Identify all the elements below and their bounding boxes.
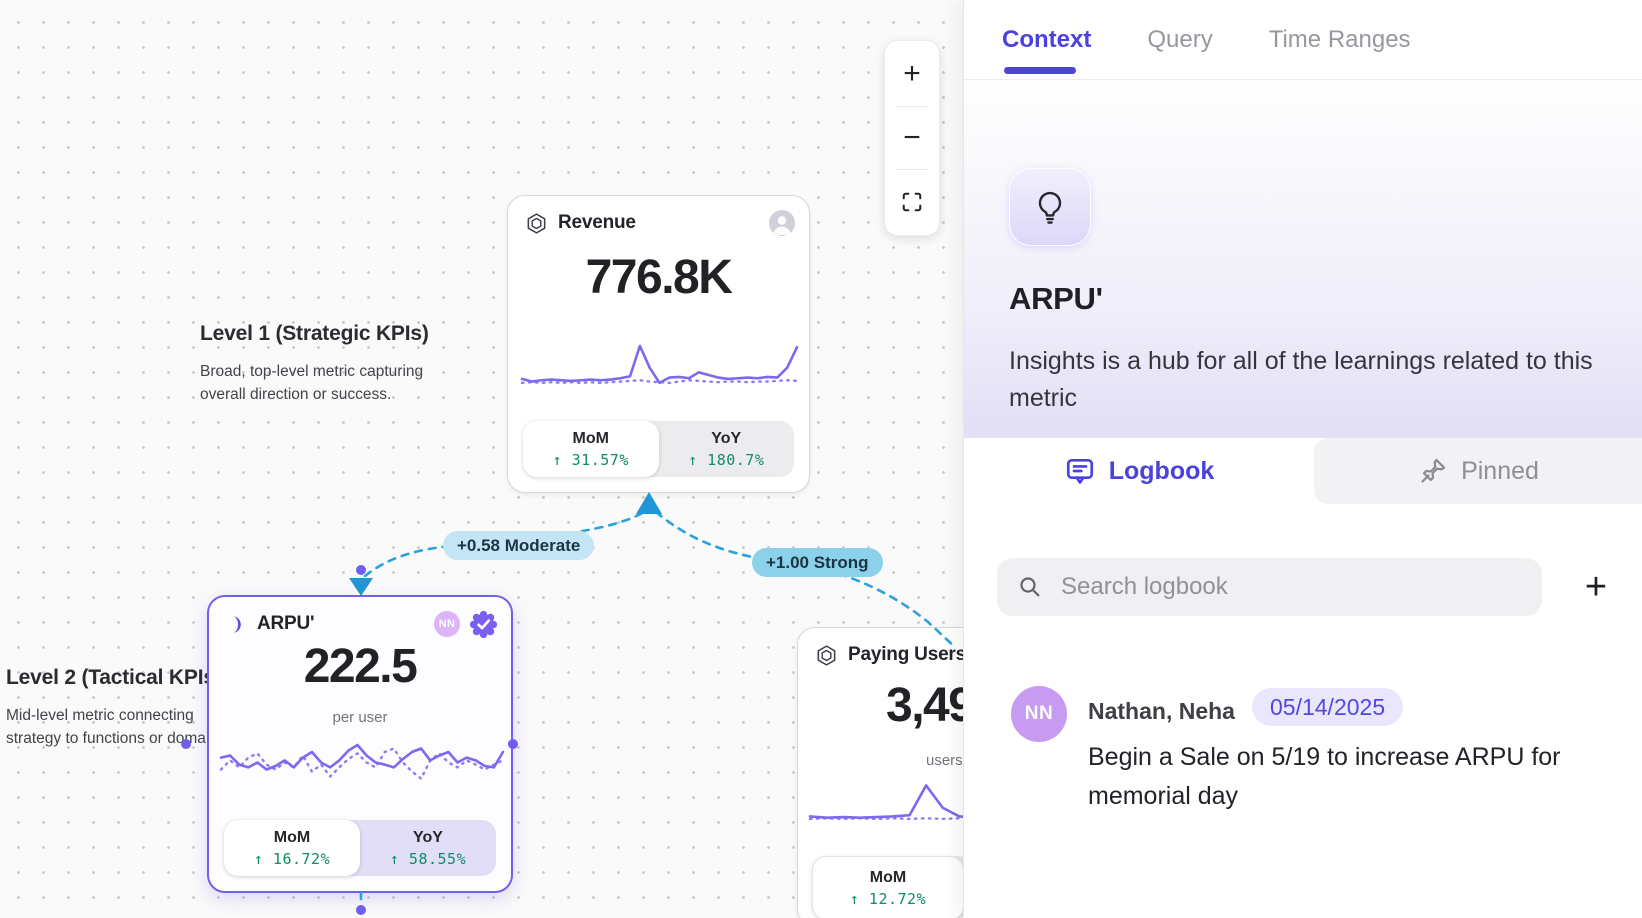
panel-tabbar: Context Query Time Ranges [964, 0, 1642, 80]
metric-card-revenue[interactable]: Revenue 776.8K MoM ↑ 31.57% [507, 195, 810, 493]
paying-users-value: 3,49 [886, 678, 973, 733]
entry-note-text: Begin a Sale on 5/19 to increase ARPU fo… [1088, 738, 1608, 816]
revenue-mom-toggle[interactable]: MoM ↑ 31.57% [523, 421, 659, 477]
arpu-card-header: ARPU' NN [226, 610, 497, 638]
metric-tree-app: Level 1 (Strategic KPIs) Broad, top-leve… [0, 0, 1642, 918]
tab-pinned[interactable]: Pinned [1314, 438, 1642, 504]
revenue-sparkline [522, 338, 797, 404]
lightbulb-icon [1031, 188, 1069, 226]
arrowhead-into-arpu-icon [349, 578, 373, 596]
level-2-title: Level 2 (Tactical KPIs [6, 666, 215, 690]
correlation-label-moderate[interactable]: +0.58 Moderate [443, 531, 594, 560]
entry-date-badge: 05/14/2025 [1252, 688, 1403, 726]
revenue-card-header: Revenue [525, 209, 795, 237]
arpu-card-title: ARPU' [257, 613, 314, 635]
correlation-label-strong[interactable]: +1.00 Strong [752, 548, 883, 577]
metric-hexagon-icon [525, 212, 548, 235]
logbook-icon [1064, 455, 1096, 487]
entry-author-name: Nathan, Neha [1088, 698, 1235, 725]
arpu-footer: MoM ↑ 16.72% YoY ↑ 58.55% [224, 820, 496, 876]
assignee-avatar-icon [769, 210, 795, 236]
logbook-search[interactable] [997, 558, 1542, 616]
level-1-title: Level 1 (Strategic KPIs) [200, 322, 429, 346]
arpu-sparkline [221, 731, 503, 801]
arpu-mom-toggle[interactable]: MoM ↑ 16.72% [224, 820, 360, 876]
level-1-description: Broad, top-level metric capturing overal… [200, 360, 429, 406]
context-panel: Context Query Time Ranges ARPU' Insights… [963, 0, 1642, 918]
revenue-value: 776.8K [508, 250, 809, 305]
handle-arpu-top[interactable] [356, 565, 366, 575]
metric-hexagon-icon [815, 644, 838, 667]
panel-section-tabs: Logbook Pinned [964, 438, 1642, 504]
arpu-value: 222.5 [209, 639, 511, 694]
revenue-yoy-toggle[interactable]: YoY ↑ 180.7% [659, 421, 795, 477]
paying-users-mom-toggle[interactable]: MoM ↑ 12.72% [812, 856, 964, 918]
revenue-footer: MoM ↑ 31.57% YoY ↑ 180.7% [523, 421, 794, 477]
add-logbook-entry-button[interactable]: + [1572, 563, 1620, 611]
insight-tile [1009, 168, 1091, 246]
metric-card-arpu[interactable]: ARPU' NN 222.5 per user MoM [207, 595, 513, 893]
tab-query[interactable]: Query [1147, 26, 1212, 54]
canvas-zoom-toolbar: + − [884, 40, 940, 236]
arpu-unit: per user [209, 709, 511, 726]
logbook-search-input[interactable] [997, 558, 1542, 616]
level-2-annotation: Level 2 (Tactical KPIs Mid-level metric … [6, 666, 215, 750]
arpu-yoy-toggle[interactable]: YoY ↑ 58.55% [360, 820, 496, 876]
metric-description: Insights is a hub for all of the learnin… [1009, 343, 1597, 417]
metric-hero: ARPU' Insights is a hub for all of the l… [964, 81, 1642, 438]
active-tab-indicator [1004, 67, 1076, 74]
fit-view-button[interactable] [885, 170, 939, 233]
zoom-out-button[interactable]: − [885, 107, 939, 170]
canvas[interactable]: Level 1 (Strategic KPIs) Broad, top-leve… [0, 0, 963, 918]
entry-author-avatar: NN [1011, 686, 1067, 742]
tab-context[interactable]: Context [1002, 26, 1091, 54]
handle-arpu-bottom[interactable] [356, 905, 366, 915]
arrowhead-into-revenue-icon [636, 492, 662, 514]
zoom-in-button[interactable]: + [885, 43, 939, 106]
paying-users-card-title: Paying Users' [848, 644, 970, 666]
arpu-owner-badge: NN [434, 611, 460, 637]
level-1-annotation: Level 1 (Strategic KPIs) Broad, top-leve… [200, 322, 429, 406]
revenue-card-title: Revenue [558, 212, 636, 234]
verified-badge-icon [470, 611, 497, 638]
metric-name: ARPU' [1009, 281, 1103, 317]
logbook-toolbar: + [964, 558, 1642, 622]
level-2-description: Mid-level metric connecting strategy to … [6, 704, 215, 750]
pin-icon [1418, 456, 1448, 486]
crescent-moon-icon [226, 614, 247, 635]
tab-time-ranges[interactable]: Time Ranges [1269, 26, 1411, 54]
paying-users-unit: users [926, 752, 963, 769]
tab-logbook[interactable]: Logbook [964, 438, 1314, 504]
fit-view-icon [901, 191, 923, 213]
